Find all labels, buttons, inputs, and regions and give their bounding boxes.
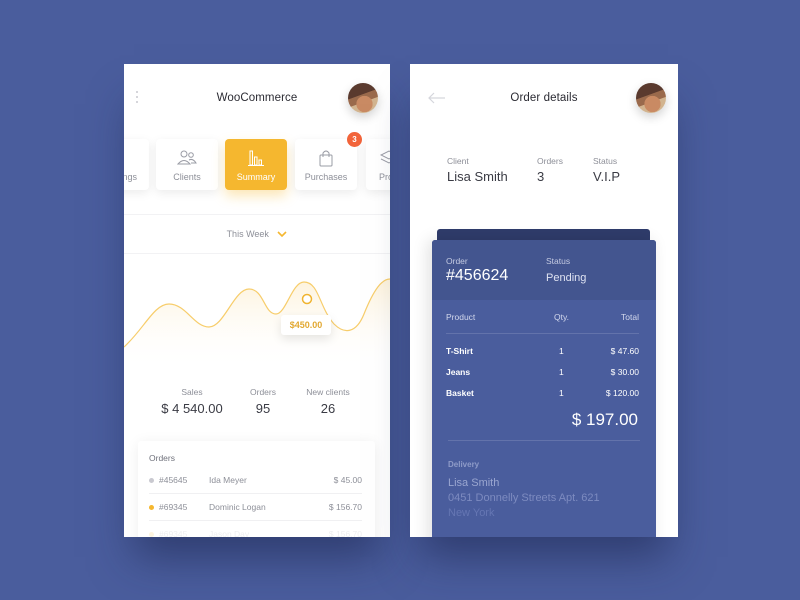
column-header: Product <box>446 312 476 322</box>
order-row[interactable]: #69345 Jason Day $ 156.70 <box>149 521 362 537</box>
product: T-Shirt <box>446 346 473 356</box>
value: V.I.P <box>593 169 620 184</box>
orders-title: Orders <box>149 453 175 463</box>
column-header: Total <box>621 312 639 322</box>
order-label: Order <box>446 256 468 266</box>
label: Status <box>593 156 618 166</box>
order-amount: $ 156.70 <box>328 529 362 537</box>
category-tabs: ngs Clients Summary Purchases 3 Pro <box>124 132 390 191</box>
tab-clients[interactable]: Clients <box>156 139 218 190</box>
qty: 1 <box>559 367 564 377</box>
qty: 1 <box>559 346 564 356</box>
stat-value: 95 <box>255 401 271 416</box>
chart-tooltip: $450.00 <box>281 315 331 335</box>
woocommerce-screen: WooCommerce ngs Clients Summary Purchase… <box>124 64 390 537</box>
tab-label: Purchases <box>304 172 348 182</box>
order-card-header: Order #456624 Status Pending <box>432 240 656 300</box>
header: Order details <box>410 64 678 134</box>
order-id: #69345 <box>159 502 188 512</box>
status-value: Pending <box>546 272 587 284</box>
chevron-down-icon <box>277 216 288 254</box>
sales-line-chart <box>124 278 390 369</box>
tab-label: Summary <box>236 172 276 182</box>
status-dot <box>149 532 154 537</box>
tab-summary[interactable]: Summary <box>225 139 287 190</box>
divider <box>446 333 639 334</box>
order-amount: $ 45.00 <box>333 475 362 485</box>
orders-card: Orders #45645 Ida Meyer $ 45.00 #69345 D… <box>138 441 375 537</box>
order-customer: Dominic Logan <box>209 502 266 512</box>
table-row: T-Shirt 1 $ 47.60 <box>446 346 642 360</box>
order-details-screen: Order details Client Lisa Smith Orders 3… <box>410 64 678 537</box>
delivery-info: Delivery Lisa Smith 0451 Donnelly Street… <box>448 460 600 519</box>
divider <box>448 440 640 441</box>
period-filter[interactable]: This Week <box>124 214 390 254</box>
stat-new-clients: New clients 26 <box>299 387 357 416</box>
order-customer: Jason Day <box>209 529 250 537</box>
order-id: #45645 <box>159 475 188 485</box>
client-orders: Orders 3 <box>537 156 563 184</box>
gear-icon <box>124 149 149 167</box>
table-row: Basket 1 $ 120.00 <box>446 388 642 402</box>
chart-marker <box>301 293 313 305</box>
layers-icon <box>366 149 390 167</box>
status-dot <box>149 505 154 510</box>
client-status: Status V.I.P <box>593 156 620 184</box>
order-amount: $ 156.70 <box>328 502 362 512</box>
stat-label: New clients <box>306 387 350 397</box>
order-id: #69345 <box>159 529 188 537</box>
avatar[interactable] <box>636 83 666 113</box>
order-row[interactable]: #45645 Ida Meyer $ 45.00 <box>149 467 362 494</box>
value: Lisa Smith <box>447 169 508 184</box>
delivery-name: Lisa Smith <box>448 477 500 489</box>
stat-label: Sales <box>181 387 203 397</box>
tab-products[interactable]: Pro <box>366 139 390 190</box>
product: Basket <box>446 388 474 398</box>
notification-badge: 3 <box>347 132 362 147</box>
label: Client <box>447 156 469 166</box>
order-row[interactable]: #69345 Dominic Logan $ 156.70 <box>149 494 362 521</box>
order-card: Order #456624 Status Pending Product Qty… <box>432 240 656 537</box>
total: $ 47.60 <box>610 346 639 356</box>
label: Orders <box>537 156 563 166</box>
status-dot <box>149 478 154 483</box>
tab-label: ngs <box>124 172 137 182</box>
delivery-address: 0451 Donnelly Streets Apt. 621 <box>448 492 600 504</box>
qty: 1 <box>559 388 564 398</box>
column-header: Qty. <box>554 312 569 322</box>
users-icon <box>156 149 218 167</box>
tab-settings[interactable]: ngs <box>124 139 149 190</box>
delivery-city: New York <box>448 507 495 519</box>
tab-label: Clients <box>173 172 201 182</box>
period-label: This Week <box>226 229 269 239</box>
total: $ 30.00 <box>610 367 639 377</box>
grand-total: $ 197.00 <box>571 410 638 429</box>
stat-value: 26 <box>320 401 336 416</box>
bar-chart-icon <box>225 149 287 167</box>
shopping-bag-icon <box>295 149 357 167</box>
order-number: #456624 <box>446 267 509 284</box>
client-name: Client Lisa Smith <box>447 156 508 184</box>
product: Jeans <box>446 367 471 377</box>
header: WooCommerce <box>124 64 390 134</box>
summary-stats: Sales $ 4 540.00 Orders 95 New clients 2… <box>124 387 390 427</box>
stat-sales: Sales $ 4 540.00 <box>160 387 224 416</box>
avatar[interactable] <box>348 83 378 113</box>
order-customer: Ida Meyer <box>209 475 247 485</box>
stat-orders: Orders 95 <box>239 387 287 416</box>
table-row: Jeans 1 $ 30.00 <box>446 367 642 381</box>
tab-label: Pro <box>379 172 390 182</box>
status-label: Status <box>546 256 571 266</box>
stat-label: Orders <box>250 387 276 397</box>
tab-purchases[interactable]: Purchases 3 <box>295 132 362 190</box>
stat-value: $ 4 540.00 <box>161 401 223 416</box>
total: $ 120.00 <box>605 388 639 398</box>
delivery-label: Delivery <box>448 460 480 469</box>
value: 3 <box>537 169 545 184</box>
